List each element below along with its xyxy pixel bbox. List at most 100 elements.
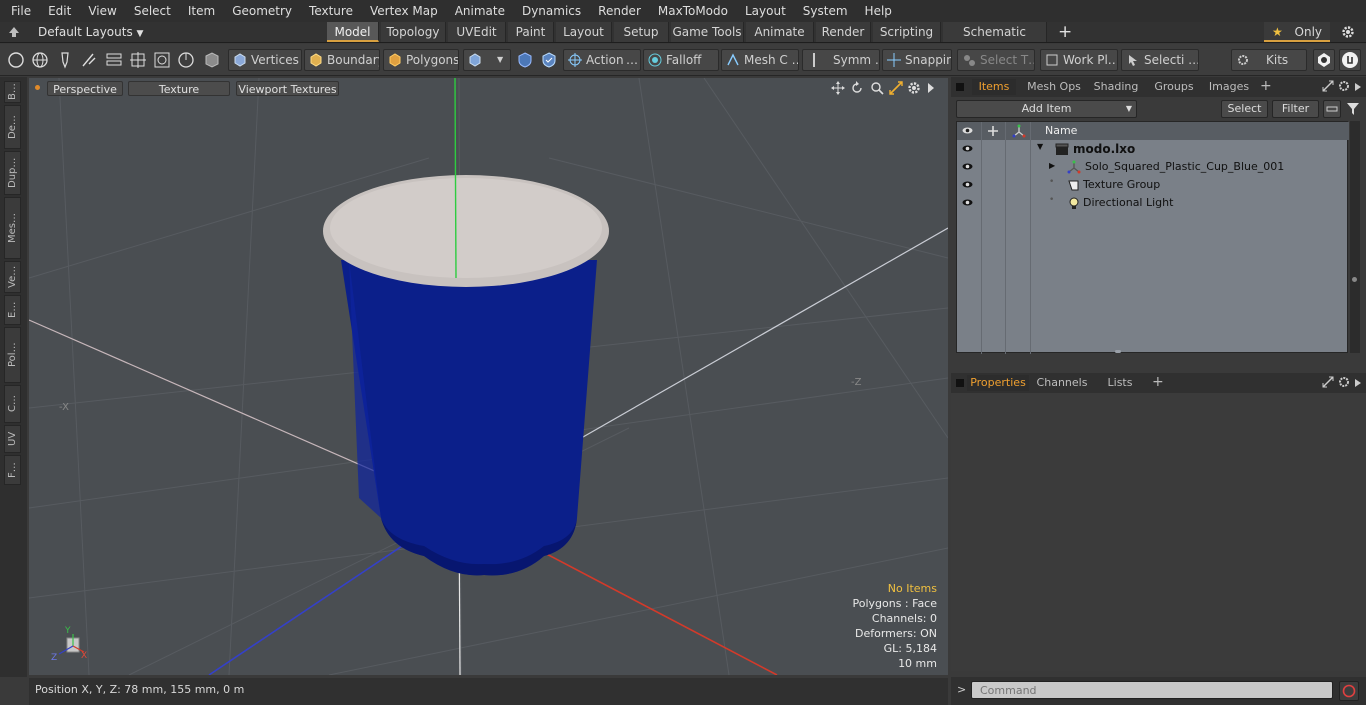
tab-animate[interactable]: Animate xyxy=(746,22,814,42)
left-tool-tab[interactable]: Dup… xyxy=(4,151,21,195)
record-macro-button[interactable] xyxy=(1339,681,1359,701)
tab-render[interactable]: Render xyxy=(816,22,871,42)
left-tool-tab[interactable]: Pol… xyxy=(4,327,21,383)
polygons-mode-button[interactable]: Polygons xyxy=(383,49,459,71)
mesh-constraint-button[interactable]: Mesh C … xyxy=(721,49,799,71)
shaded-cube-icon[interactable] xyxy=(202,50,222,70)
tab-scripting[interactable]: Scripting xyxy=(873,22,941,42)
items-arrow-right-icon[interactable] xyxy=(1354,81,1362,91)
left-tool-tab[interactable]: Ve… xyxy=(4,261,21,293)
menu-item-vertex-map[interactable]: Vertex Map xyxy=(359,0,444,22)
menu-item-dynamics[interactable]: Dynamics xyxy=(511,0,587,22)
items-tab-groups[interactable]: Groups xyxy=(1147,79,1201,95)
left-tool-tab[interactable]: F… xyxy=(4,455,21,485)
rotate-view-icon[interactable] xyxy=(850,81,864,95)
globe-icon[interactable] xyxy=(30,50,50,70)
list-resize-handle[interactable] xyxy=(1115,350,1121,353)
layout-up-arrow-icon[interactable] xyxy=(8,26,20,38)
add-tab-plus-icon[interactable]: + xyxy=(1058,22,1072,42)
menu-item-help[interactable]: Help xyxy=(854,0,898,22)
cup-body[interactable] xyxy=(341,260,597,576)
tab-setup[interactable]: Setup xyxy=(614,22,669,42)
add-items-tab-plus-icon[interactable]: + xyxy=(1260,78,1272,94)
expand-arrow-icon[interactable]: ▶ xyxy=(1049,161,1055,170)
item-row-texture-group[interactable]: • Texture Group xyxy=(957,176,1349,194)
square-circle-icon[interactable] xyxy=(152,50,172,70)
viewport-options-dot-icon[interactable] xyxy=(35,85,40,90)
menu-item-system[interactable]: System xyxy=(792,0,854,22)
tab-layout[interactable]: Layout xyxy=(556,22,612,42)
align-icon[interactable] xyxy=(104,50,124,70)
filter-button[interactable]: Filter xyxy=(1272,100,1319,118)
move-view-icon[interactable] xyxy=(831,81,845,95)
select-button[interactable]: Select xyxy=(1221,100,1268,118)
menu-item-select[interactable]: Select xyxy=(123,0,177,22)
pie-icon[interactable] xyxy=(176,50,196,70)
gear-icon[interactable] xyxy=(1341,25,1355,39)
shield-blue-icon[interactable] xyxy=(515,50,535,70)
command-input[interactable] xyxy=(971,681,1333,699)
menu-item-render[interactable]: Render xyxy=(587,0,647,22)
only-toggle-button[interactable]: ★ Only xyxy=(1264,22,1330,42)
visibility-eye-icon[interactable] xyxy=(962,161,973,172)
left-tool-tab[interactable]: B… xyxy=(4,81,21,103)
left-tool-tab[interactable]: E… xyxy=(4,295,21,325)
panel-menu-icon[interactable] xyxy=(956,379,964,387)
unreal-logo-icon[interactable] xyxy=(1339,49,1361,71)
snapping-button[interactable]: Snapping xyxy=(882,49,952,71)
unity-logo-icon[interactable] xyxy=(1313,49,1335,71)
menu-item-layout[interactable]: Layout xyxy=(734,0,792,22)
tab-schematic-fusion[interactable]: Schematic Fusion xyxy=(943,22,1047,59)
items-scrollbar[interactable] xyxy=(1350,121,1360,353)
visibility-eye-icon[interactable] xyxy=(962,143,973,154)
menu-item-geometry[interactable]: Geometry xyxy=(221,0,298,22)
kits-button[interactable]: Kits xyxy=(1231,49,1307,71)
left-tool-tab[interactable]: UV xyxy=(4,425,21,453)
item-mode-dropdown[interactable]: ▼ xyxy=(463,49,511,71)
maximize-view-icon[interactable] xyxy=(889,81,903,95)
zoom-view-icon[interactable] xyxy=(870,81,884,95)
visibility-eye-icon[interactable] xyxy=(962,197,973,208)
texture-button[interactable]: Texture xyxy=(128,81,230,96)
menu-item-file[interactable]: File xyxy=(0,0,37,22)
symmetry-button[interactable]: Symm … xyxy=(802,49,880,71)
items-tab-images[interactable]: Images xyxy=(1203,79,1255,95)
maximize-panel-icon[interactable] xyxy=(1322,80,1334,92)
items-tab-items[interactable]: Items xyxy=(972,79,1016,95)
viewport-gear-icon[interactable] xyxy=(907,81,921,95)
add-item-dropdown[interactable]: Add Item ▼ xyxy=(956,100,1137,118)
menu-item-maxtomodo[interactable]: MaxToModo xyxy=(647,0,734,22)
vertices-mode-button[interactable]: Vertices xyxy=(228,49,302,71)
properties-tab-lists[interactable]: Lists xyxy=(1096,375,1144,391)
3d-viewport[interactable]: -X -Z Y Z X Perspective Texture Viewport… xyxy=(29,78,948,675)
layout-dropdown[interactable]: Default Layouts ▼ xyxy=(38,22,143,42)
shield-check-icon[interactable] xyxy=(539,50,559,70)
brush-icon[interactable] xyxy=(79,50,99,70)
perspective-button[interactable]: Perspective xyxy=(47,81,123,96)
items-tab-shading[interactable]: Shading xyxy=(1088,79,1144,95)
viewport-scene[interactable]: -X -Z Y Z X xyxy=(29,78,948,675)
menu-item-texture[interactable]: Texture xyxy=(298,0,359,22)
properties-gear-icon[interactable] xyxy=(1338,376,1350,388)
items-tab-mesh-ops[interactable]: Mesh Ops xyxy=(1023,79,1085,95)
viewport-arrow-right-icon[interactable] xyxy=(926,82,936,94)
tab-model[interactable]: Model xyxy=(327,22,379,42)
properties-arrow-right-icon[interactable] xyxy=(1354,377,1362,387)
tab-game-tools[interactable]: Game Tools xyxy=(671,22,744,42)
panel-menu-icon[interactable] xyxy=(956,83,964,91)
left-tool-tab[interactable]: Mes… xyxy=(4,197,21,259)
visibility-eye-icon[interactable] xyxy=(962,179,973,190)
work-plane-button[interactable]: Work Pl… xyxy=(1040,49,1118,71)
menu-item-view[interactable]: View xyxy=(77,0,122,22)
menu-item-animate[interactable]: Animate xyxy=(444,0,511,22)
items-gear-icon[interactable] xyxy=(1338,80,1350,92)
action-center-button[interactable]: Action … xyxy=(563,49,641,71)
scrollbar-thumb[interactable] xyxy=(1352,277,1357,282)
tab-paint[interactable]: Paint xyxy=(508,22,554,42)
falloff-button[interactable]: Falloff xyxy=(643,49,719,71)
select-through-button[interactable]: Select T… xyxy=(957,49,1035,71)
items-list[interactable]: Name ▼ modo.lxo ▶ Solo_Squared_Plastic_C… xyxy=(956,121,1349,354)
tab-topology[interactable]: Topology xyxy=(381,22,446,42)
menu-item-item[interactable]: Item xyxy=(177,0,221,22)
left-tool-tab[interactable]: C… xyxy=(4,385,21,423)
